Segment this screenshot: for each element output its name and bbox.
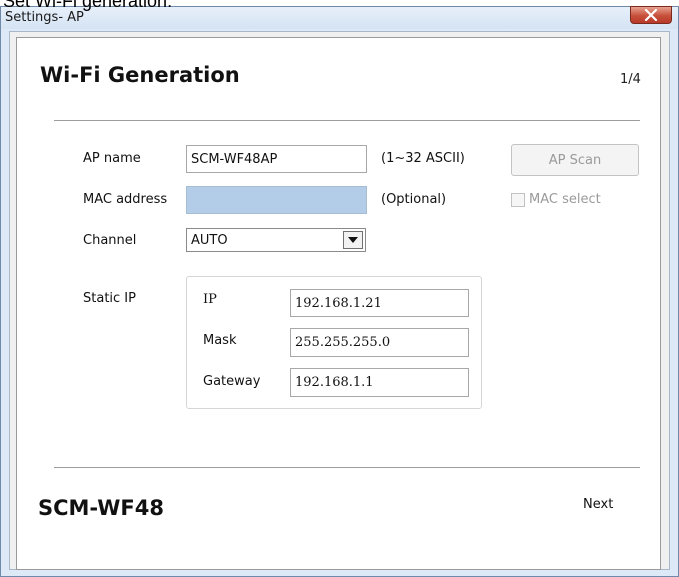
static-ip-label: Static IP — [83, 291, 136, 306]
ip-label: IP — [203, 292, 217, 307]
ip-input[interactable] — [290, 289, 469, 317]
ap-name-label: AP name — [83, 151, 141, 166]
next-button[interactable]: Next — [583, 497, 613, 512]
gateway-input[interactable] — [290, 368, 469, 397]
ap-scan-button[interactable]: AP Scan — [511, 144, 639, 176]
mac-address-hint: (Optional) — [381, 192, 447, 207]
gateway-label: Gateway — [203, 374, 261, 389]
channel-selected-value: AUTO — [191, 233, 228, 248]
channel-select[interactable]: AUTO — [186, 228, 366, 252]
mac-select-checkbox[interactable] — [511, 193, 525, 207]
chevron-down-icon — [348, 237, 358, 243]
channel-dropdown-button[interactable] — [343, 231, 363, 249]
ap-name-hint: (1~32 ASCII) — [381, 151, 465, 166]
ap-name-input[interactable] — [186, 145, 367, 173]
close-button[interactable] — [630, 6, 672, 24]
product-name: SCM-WF48 — [38, 496, 164, 520]
footer-divider — [54, 467, 640, 468]
mask-label: Mask — [203, 333, 237, 348]
mac-address-label: MAC address — [83, 192, 168, 207]
document-caption: Set Wi-Fi generation: — [3, 0, 173, 11]
page-indicator: 1/4 — [620, 72, 641, 87]
mac-select-label: MAC select — [529, 192, 601, 207]
header-divider — [54, 120, 640, 121]
window-title: Settings- AP — [5, 10, 84, 25]
close-icon — [644, 9, 658, 21]
mac-address-input[interactable] — [186, 186, 367, 214]
channel-label: Channel — [83, 233, 137, 248]
page-title: Wi-Fi Generation — [40, 63, 240, 87]
mask-input[interactable] — [290, 328, 469, 357]
